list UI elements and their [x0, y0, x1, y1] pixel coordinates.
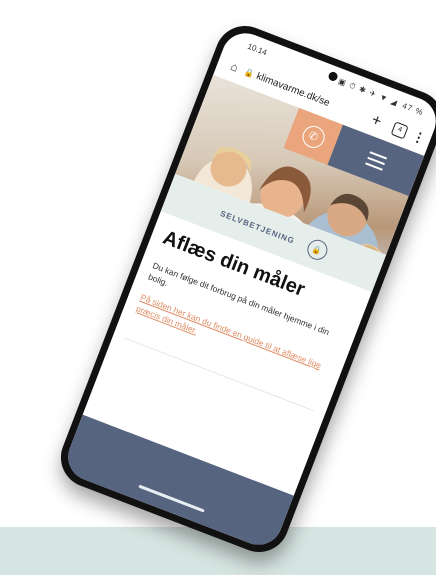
- lock-circle-icon: 🔒: [304, 236, 330, 263]
- plus-icon[interactable]: +: [363, 109, 390, 134]
- phone-icon: ✆: [299, 122, 328, 151]
- battery-level: 47 %: [400, 101, 425, 118]
- hamburger-icon: [363, 147, 388, 174]
- camera-icon: [327, 70, 339, 83]
- tabs-icon[interactable]: 4: [390, 121, 409, 140]
- status-time: 10.14: [246, 41, 269, 58]
- lock-icon: 🔒: [243, 66, 256, 79]
- smartphone: 10.14 ▣ ⏱ ✱ ✈ ▼ ◢ 47 % ⌂ 🔒 klimavarme.dk…: [52, 17, 436, 561]
- menu-dots-icon[interactable]: ⋮: [410, 128, 428, 147]
